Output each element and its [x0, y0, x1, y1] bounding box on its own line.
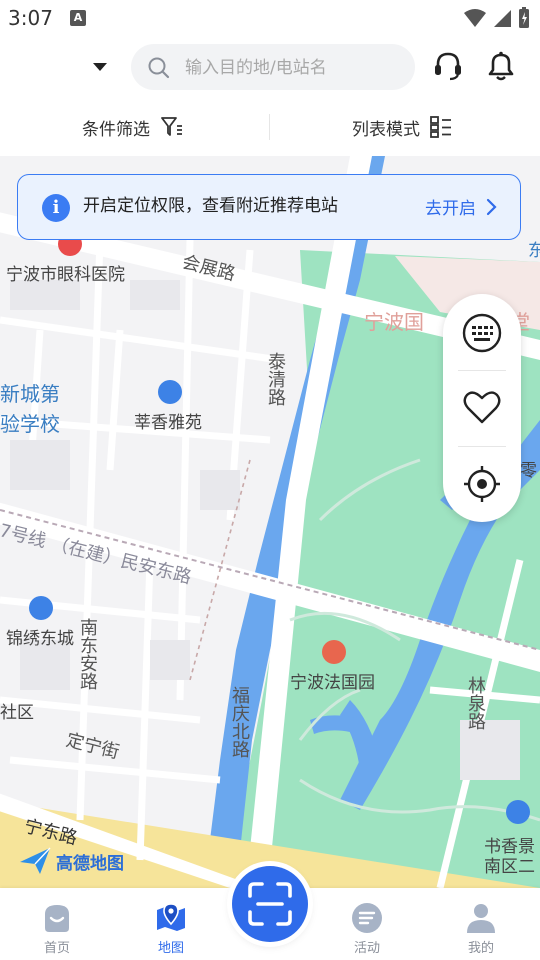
- location-permission-banner[interactable]: i 开启定位权限，查看附近推荐电站 去开启: [17, 174, 521, 240]
- map-label: 莘香雅苑: [134, 413, 202, 433]
- park-marker-icon[interactable]: [322, 640, 346, 664]
- info-icon: i: [42, 194, 70, 222]
- enable-location-button[interactable]: 去开启: [425, 175, 498, 238]
- map-label: 泰清路: [265, 352, 286, 406]
- heart-icon[interactable]: [462, 388, 502, 428]
- locate-icon[interactable]: [462, 464, 502, 504]
- tab-label: 地图: [157, 941, 184, 956]
- tab-label: 活动: [353, 941, 380, 956]
- map-logo: 高德地图: [18, 846, 124, 876]
- map-label: 福庆北路: [229, 686, 250, 758]
- tab-label: 首页: [43, 941, 70, 956]
- map-label: 林泉路: [465, 676, 486, 730]
- top-bar: [0, 36, 540, 98]
- enable-location-label: 去开启: [425, 199, 476, 219]
- condition-filter-button[interactable]: 条件筛选: [82, 98, 184, 156]
- map-tools-panel: [443, 294, 521, 522]
- map-label: 宁波国: [364, 310, 424, 334]
- map-logo-text: 高德地图: [56, 853, 124, 874]
- residential-marker-icon[interactable]: [158, 380, 182, 404]
- list-mode-label: 列表模式: [352, 119, 420, 140]
- map-label: 锦绣东城: [6, 629, 74, 649]
- status-icons: [464, 6, 530, 30]
- tool-separator: [458, 370, 506, 371]
- map-icon: [157, 903, 185, 931]
- filter-bar: 条件筛选 列表模式: [0, 98, 540, 156]
- condition-filter-label: 条件筛选: [82, 119, 150, 140]
- signal-icon: [494, 10, 511, 27]
- map-label: 新城第: [0, 382, 60, 406]
- home-icon: [45, 905, 69, 932]
- tab-profile[interactable]: 我的: [436, 888, 526, 960]
- tab-activity[interactable]: 活动: [322, 888, 412, 960]
- tab-map[interactable]: 地图: [126, 888, 216, 960]
- chevron-down-icon[interactable]: [84, 52, 116, 82]
- scan-button[interactable]: [232, 866, 308, 942]
- tool-separator: [458, 446, 506, 447]
- residential-marker-icon[interactable]: [506, 800, 530, 824]
- bell-icon[interactable]: [486, 50, 516, 82]
- map-view[interactable]: 宁波市眼科医院 会展路 新城第 验学校 莘香雅苑 泰清路 宁波国 堂 7号线 （…: [0, 156, 540, 888]
- keyboard-icon[interactable]: [462, 313, 502, 353]
- map-label: 验学校: [0, 412, 60, 436]
- list-icon: [430, 116, 451, 138]
- profile-icon: [467, 904, 495, 933]
- list-mode-button[interactable]: 列表模式: [352, 98, 452, 156]
- status-time: 3:07: [8, 6, 53, 30]
- map-label: 宁波市眼科医院: [6, 265, 125, 285]
- amap-logo-icon: [20, 847, 51, 874]
- headset-icon[interactable]: [432, 50, 464, 82]
- search-bar[interactable]: [131, 44, 415, 92]
- map-label: 宁波法国园: [290, 673, 375, 693]
- map-label: 零: [520, 461, 537, 481]
- banner-text: 开启定位权限，查看附近推荐电站: [83, 196, 338, 216]
- status-bar: 3:07 A: [0, 0, 540, 36]
- residential-marker-icon[interactable]: [29, 596, 53, 620]
- battery-icon: [519, 7, 529, 28]
- map-label: 社区: [0, 703, 34, 723]
- map-label: 南东安路: [77, 618, 98, 690]
- map-label: 东: [528, 241, 540, 261]
- map-label: 南区二: [484, 857, 535, 877]
- status-a-icon: A: [70, 10, 86, 26]
- activity-icon: [352, 903, 382, 933]
- wifi-icon: [464, 9, 486, 27]
- chevron-right-icon: [486, 198, 497, 215]
- search-icon: [148, 57, 170, 79]
- scan-icon: [248, 882, 292, 926]
- search-input[interactable]: [183, 44, 407, 92]
- filter-divider: [269, 114, 270, 140]
- tab-home[interactable]: 首页: [12, 888, 102, 960]
- tab-label: 我的: [467, 941, 494, 956]
- filter-icon: [161, 117, 182, 136]
